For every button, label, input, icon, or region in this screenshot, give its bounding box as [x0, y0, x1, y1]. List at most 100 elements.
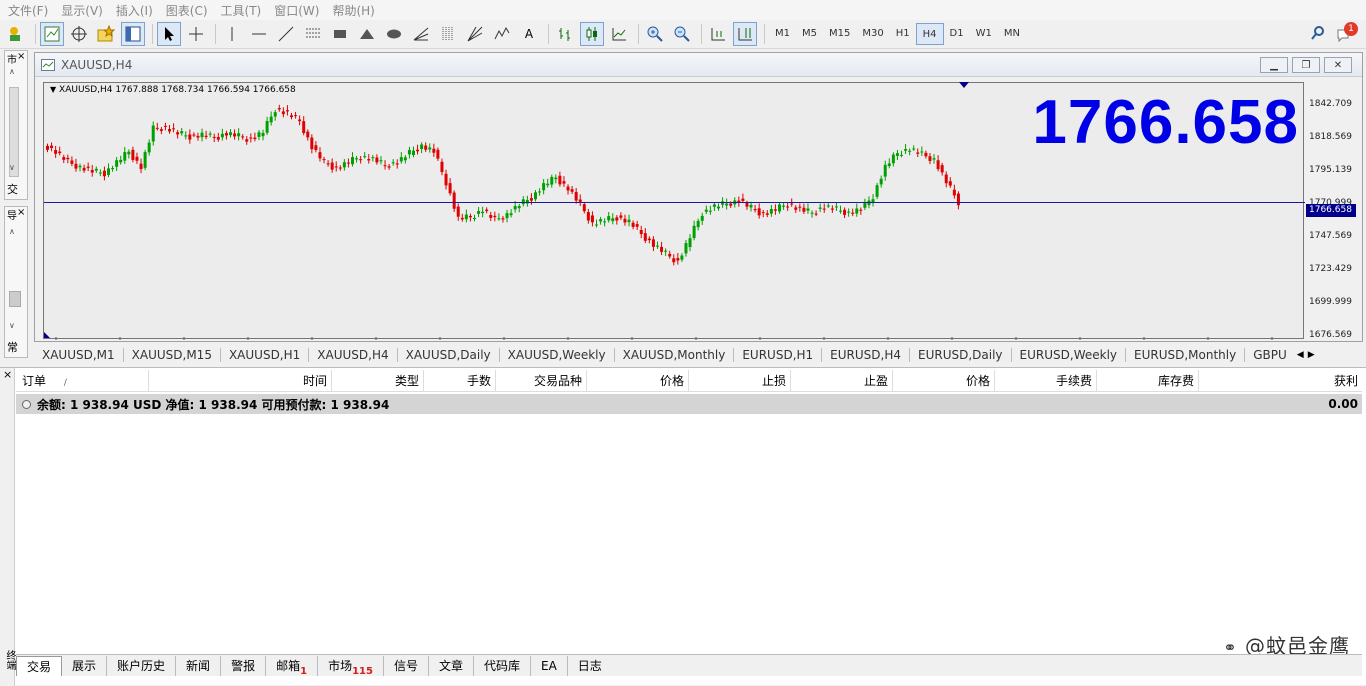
chart-plot-area[interactable]: ▼ XAUUSD,H4 1767.888 1768.734 1766.594 1… — [43, 82, 1305, 340]
new-chart-button[interactable] — [40, 22, 64, 46]
tf-m5[interactable]: M5 — [796, 23, 823, 45]
chart-tab[interactable]: XAUUSD,Daily — [398, 347, 500, 362]
scroll-up-icon[interactable]: ∧ — [9, 227, 15, 236]
col-price[interactable]: 价格 — [587, 370, 689, 392]
tab-market[interactable]: 市场115 — [318, 655, 384, 677]
tab-exposure[interactable]: 展示 — [62, 655, 108, 676]
scroll-up-icon[interactable]: ∧ — [9, 67, 23, 77]
tf-m15[interactable]: M15 — [823, 23, 856, 45]
bar-chart-button[interactable] — [553, 22, 577, 46]
tab-account-history[interactable]: 账户历史 — [107, 655, 177, 676]
gann-button[interactable] — [409, 22, 433, 46]
col-time[interactable]: 时间 — [149, 370, 332, 392]
ellipse-button[interactable] — [382, 22, 406, 46]
navigator-button[interactable] — [67, 22, 91, 46]
scroll-down-icon[interactable]: ∨ — [9, 163, 15, 172]
favorites-button[interactable] — [94, 22, 118, 46]
close-icon[interactable]: × — [17, 51, 25, 65]
tab-articles[interactable]: 文章 — [429, 655, 474, 676]
tab-code-base[interactable]: 代码库 — [474, 655, 531, 676]
tf-d1[interactable]: D1 — [944, 23, 970, 45]
tf-mn[interactable]: MN — [998, 23, 1026, 45]
zoom-out-button[interactable] — [670, 22, 694, 46]
close-icon[interactable]: × — [3, 368, 12, 381]
candlestick-button[interactable] — [580, 22, 604, 46]
menu-charts[interactable]: 图表(C) — [162, 2, 217, 19]
chart-tab[interactable]: XAUUSD,H1 — [221, 347, 310, 362]
chart-tab[interactable]: XAUUSD,M15 — [124, 347, 221, 362]
line-chart-button[interactable] — [607, 22, 631, 46]
elliott-button[interactable] — [490, 22, 514, 46]
balance-row[interactable]: 余额: 1 938.94 USD 净值: 1 938.94 可用预付款: 1 9… — [16, 394, 1362, 414]
zoom-in-button[interactable] — [643, 22, 667, 46]
col-symbol[interactable]: 交易品种 — [496, 370, 587, 392]
chart-dropdown-icon[interactable]: ▼ — [50, 85, 56, 94]
col-profit[interactable]: 获利 — [1199, 370, 1362, 392]
tf-m1[interactable]: M1 — [769, 23, 796, 45]
autoscroll-button[interactable] — [706, 22, 730, 46]
chart-tab[interactable]: EURUSD,Weekly — [1012, 347, 1127, 362]
panel-tab-trade[interactable]: 交 — [7, 181, 18, 197]
tf-h1[interactable]: H1 — [890, 23, 916, 45]
chart-tab[interactable]: EURUSD,H4 — [822, 347, 910, 362]
close-icon[interactable]: × — [17, 207, 25, 221]
profiles-button[interactable] — [4, 22, 28, 46]
close-button[interactable]: ✕ — [1324, 57, 1352, 73]
fibo-retracement-button[interactable] — [436, 22, 460, 46]
col-current-price[interactable]: 价格 — [893, 370, 995, 392]
menu-help[interactable]: 帮助(H) — [328, 2, 383, 19]
cursor-tool-button[interactable] — [157, 22, 181, 46]
tab-news[interactable]: 新闻 — [176, 655, 222, 676]
minimize-button[interactable]: ▁ — [1260, 57, 1288, 73]
menu-view[interactable]: 显示(V) — [57, 2, 112, 19]
chart-shift-marker-icon[interactable] — [959, 82, 969, 88]
chart-tab[interactable]: XAUUSD,H4 — [309, 347, 398, 362]
crosshair-tool-button[interactable] — [184, 22, 208, 46]
triangle-button[interactable] — [355, 22, 379, 46]
tabs-scroll-left-icon[interactable]: ◀ — [1297, 350, 1304, 360]
tf-h4[interactable]: H4 — [915, 23, 944, 45]
terminal-toggle-button[interactable] — [121, 22, 145, 46]
rectangle-button[interactable] — [328, 22, 352, 46]
menu-file[interactable]: 文件(F) — [4, 2, 57, 19]
horizontal-line-button[interactable] — [247, 22, 271, 46]
panel-scroll-thumb[interactable] — [9, 291, 21, 307]
scroll-down-icon[interactable]: ∨ — [9, 321, 15, 330]
chart-tab[interactable]: XAUUSD,Weekly — [500, 347, 615, 362]
menu-window[interactable]: 窗口(W) — [270, 2, 328, 19]
tab-journal[interactable]: 日志 — [568, 656, 612, 676]
restore-button[interactable]: ❐ — [1292, 57, 1320, 73]
chart-tab[interactable]: EURUSD,Monthly — [1126, 347, 1246, 362]
col-commission[interactable]: 手续费 — [995, 370, 1097, 392]
tf-w1[interactable]: W1 — [970, 23, 998, 45]
trendline-button[interactable] — [274, 22, 298, 46]
chart-tab[interactable]: EURUSD,Daily — [910, 347, 1012, 362]
chart-tab[interactable]: XAUUSD,Monthly — [615, 347, 735, 362]
tab-alerts[interactable]: 警报 — [221, 655, 267, 676]
chart-tab[interactable]: EURUSD,H1 — [734, 347, 823, 362]
tab-trade[interactable]: 交易 — [16, 655, 63, 676]
equidistant-channel-button[interactable] — [301, 22, 325, 46]
tab-mailbox[interactable]: 邮箱1 — [266, 655, 319, 677]
chart-shift-button[interactable] — [733, 22, 757, 46]
chart-tab[interactable]: GBPU — [1245, 348, 1295, 362]
tabs-scroll-right-icon[interactable]: ▶ — [1308, 350, 1315, 360]
text-tool-button[interactable]: A — [517, 22, 541, 46]
col-type[interactable]: 类型 — [332, 370, 424, 392]
fibo-fan-button[interactable] — [463, 22, 487, 46]
menu-tools[interactable]: 工具(T) — [217, 2, 271, 19]
tab-signals[interactable]: 信号 — [384, 655, 429, 676]
tab-experts[interactable]: EA — [531, 655, 568, 676]
menu-insert[interactable]: 插入(I) — [112, 2, 162, 19]
search-button[interactable] — [1310, 25, 1326, 44]
panel-tab-common[interactable]: 常 — [7, 339, 18, 355]
col-order[interactable]: 订单 / — [16, 370, 149, 392]
notifications-button[interactable]: 1 — [1336, 22, 1358, 44]
tf-m30[interactable]: M30 — [856, 23, 889, 45]
vertical-line-button[interactable] — [220, 22, 244, 46]
col-sl[interactable]: 止损 — [689, 370, 791, 392]
col-swap[interactable]: 库存费 — [1097, 370, 1199, 392]
col-volume[interactable]: 手数 — [424, 370, 496, 392]
col-tp[interactable]: 止盈 — [791, 370, 893, 392]
chart-tab[interactable]: XAUUSD,M1 — [34, 347, 124, 362]
